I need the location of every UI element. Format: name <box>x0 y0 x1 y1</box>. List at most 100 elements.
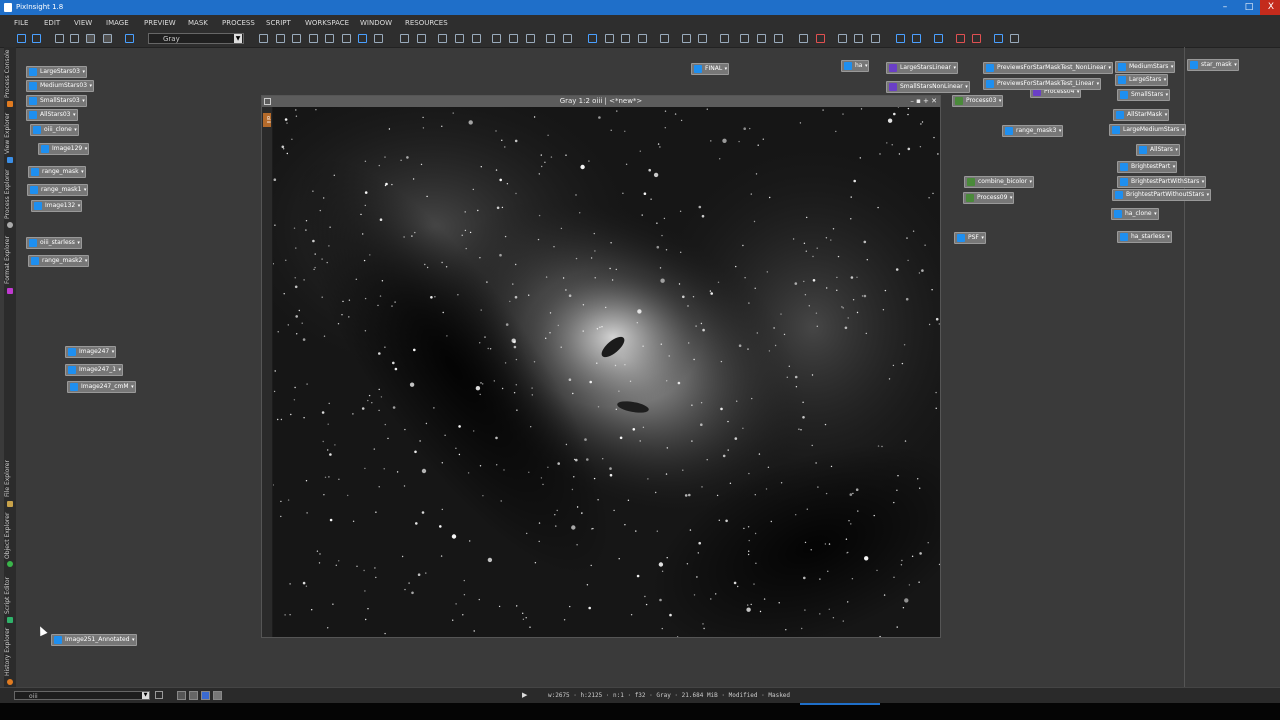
screen-icon[interactable] <box>896 34 905 43</box>
window-max-icon[interactable] <box>526 34 535 43</box>
tab-process-explorer[interactable]: Process Explorer <box>4 167 16 221</box>
maximize-button[interactable]: □ <box>1238 0 1260 15</box>
screen-2-icon[interactable] <box>912 34 921 43</box>
image-icon-oiii-starless[interactable]: oiii_starless ▾ <box>26 237 82 249</box>
stf-icon[interactable] <box>660 34 669 43</box>
process-icon-process03[interactable]: Process03 ▾ <box>952 95 1004 107</box>
tab-process-console[interactable]: Process Console <box>4 49 16 99</box>
image-window[interactable]: Gray 1:2 oiii | <*new*> – ▪ + ✕ oiii <box>261 95 941 638</box>
save-as-icon[interactable] <box>103 34 112 43</box>
close-button[interactable]: X <box>1260 0 1280 15</box>
tab-object-explorer[interactable]: Object Explorer <box>4 511 16 561</box>
alpha-icon[interactable] <box>774 34 783 43</box>
image-icon-brightestpart[interactable]: BrightestPart ▾ <box>1117 161 1178 173</box>
menu-workspace[interactable]: WORKSPACE <box>305 19 349 27</box>
mask-enable-icon[interactable] <box>588 34 597 43</box>
preview-edit-icon[interactable] <box>563 34 572 43</box>
channel-b-icon[interactable] <box>720 34 729 43</box>
process-icon-combine-bicolor[interactable]: combine_bicolor ▾ <box>964 176 1035 188</box>
image-window-titlebar[interactable]: Gray 1:2 oiii | <*new*> – ▪ + ✕ <box>262 96 940 107</box>
zoom-3-icon[interactable] <box>472 34 481 43</box>
image-icon-image129[interactable]: Image129 ▾ <box>38 143 90 155</box>
save-icon[interactable] <box>86 34 95 43</box>
image-icon-ha-starless[interactable]: ha_starless ▾ <box>1117 231 1172 243</box>
image-icon-brightestpartwithoutstars[interactable]: BrightestPartWithoutStars ▾ <box>1112 189 1212 201</box>
open-icon[interactable] <box>70 34 79 43</box>
center-icon[interactable] <box>325 34 334 43</box>
tab-file-explorer[interactable]: File Explorer <box>4 457 16 501</box>
workspace-3-icon[interactable] <box>972 34 981 43</box>
image-icon-brightestpartwithstars[interactable]: BrightestPartWithStars ▾ <box>1117 176 1207 188</box>
image-icon-oiii-clone[interactable]: oiii_clone ▾ <box>30 124 79 136</box>
image-icon-allstars03[interactable]: AllStars03 ▾ <box>26 109 78 121</box>
image-icon-mediumstars[interactable]: MediumStars ▾ <box>1115 61 1176 73</box>
image-icon-psf[interactable]: PSF ▾ <box>954 232 986 244</box>
menu-file[interactable]: FILE <box>14 19 28 27</box>
image-icon-largemediumstars[interactable]: LargeMediumStars ▾ <box>1109 124 1187 136</box>
display-3-icon[interactable] <box>871 34 880 43</box>
menu-resources[interactable]: RESOURCES <box>405 19 448 27</box>
menu-window[interactable]: WINDOW <box>360 19 392 27</box>
tab-script-editor[interactable]: Script Editor <box>4 573 16 617</box>
channel-r-icon[interactable] <box>682 34 691 43</box>
image-icon-mediumstars03[interactable]: MediumStars03 ▾ <box>26 80 95 92</box>
fit-icon[interactable] <box>276 34 285 43</box>
zoom-1-icon[interactable] <box>438 34 447 43</box>
chevron-down-icon[interactable]: ▼ <box>142 692 149 699</box>
zoom-2-icon[interactable] <box>455 34 464 43</box>
image-icon-ha[interactable]: ha ▾ <box>841 60 870 72</box>
image-icon-ha-clone[interactable]: ha_clone ▾ <box>1111 208 1159 220</box>
workspace-icon[interactable] <box>934 34 943 43</box>
image-icon-previews-linear[interactable]: PreviewsForStarMaskTest_Linear ▾ <box>983 78 1102 90</box>
minimize-button[interactable]: – <box>1214 0 1236 15</box>
process-icon-smallstarsnonlinear[interactable]: SmallStarsNonLinear ▾ <box>886 81 970 93</box>
image-icon-image132[interactable]: Image132 ▾ <box>31 200 83 212</box>
workspace-5-icon[interactable] <box>1010 34 1019 43</box>
channel-g-icon[interactable] <box>698 34 707 43</box>
workspace-4-icon[interactable] <box>994 34 1003 43</box>
pan-icon[interactable] <box>259 34 268 43</box>
display-2-icon[interactable] <box>854 34 863 43</box>
menu-preview[interactable]: PREVIEW <box>144 19 176 27</box>
image-icon-smallstars03[interactable]: SmallStars03 ▾ <box>26 95 87 107</box>
zoom-fit-icon[interactable] <box>292 34 301 43</box>
image-icon-previews-nonlinear[interactable]: PreviewsForStarMaskTest_NonLinear ▾ <box>983 62 1114 74</box>
tab-view-explorer[interactable]: View Explorer <box>4 109 16 157</box>
image-icon-final[interactable]: FINAL ▾ <box>691 63 730 75</box>
chevron-down-icon[interactable]: ▼ <box>234 34 242 43</box>
reset-icon[interactable] <box>55 34 64 43</box>
menu-view[interactable]: VIEW <box>74 19 92 27</box>
status-view-selector[interactable]: oiii ▼ <box>14 691 150 700</box>
image-icon-allstars[interactable]: AllStars ▾ <box>1136 144 1180 156</box>
channel-blue-icon[interactable] <box>201 691 210 700</box>
menu-image[interactable]: IMAGE <box>106 19 129 27</box>
rgb-icon[interactable] <box>740 34 749 43</box>
process-icon-process09[interactable]: Process09 ▾ <box>963 192 1015 204</box>
view-toggle-icon[interactable] <box>155 691 163 699</box>
stf-auto-icon[interactable] <box>799 34 808 43</box>
window-cascade-icon[interactable] <box>509 34 518 43</box>
window-tile-icon[interactable] <box>492 34 501 43</box>
zoom-in-icon[interactable] <box>400 34 409 43</box>
image-icon-image247-1[interactable]: Image247_1 ▾ <box>65 364 124 376</box>
menu-script[interactable]: SCRIPT <box>266 19 291 27</box>
tab-format-explorer[interactable]: Format Explorer <box>4 233 16 287</box>
view-id-tab[interactable]: oiii <box>263 113 271 127</box>
image-icon-range-mask[interactable]: range_mask ▾ <box>28 166 86 178</box>
image-icon-image247-cmm[interactable]: Image247_cmM ▾ <box>67 381 136 393</box>
process-icon-largestarslinear[interactable]: LargeStarsLinear ▾ <box>886 62 958 74</box>
channel-gray-2-icon[interactable] <box>189 691 198 700</box>
view-selector[interactable]: Gray ▼ <box>148 33 244 44</box>
menu-edit[interactable]: EDIT <box>44 19 60 27</box>
channel-lum-icon[interactable] <box>213 691 222 700</box>
preview-new-icon[interactable] <box>546 34 555 43</box>
new-image-icon[interactable] <box>125 34 134 43</box>
mask-remove-icon[interactable] <box>638 34 647 43</box>
image-icon-largestars[interactable]: LargeStars ▾ <box>1115 74 1169 86</box>
pointer-icon[interactable] <box>374 34 383 43</box>
image-icon-range-mask3[interactable]: range_mask3 ▾ <box>1002 125 1064 137</box>
zoom-out-icon[interactable] <box>417 34 426 43</box>
image-icon-largestars03[interactable]: LargeStars03 ▾ <box>26 66 87 78</box>
image-canvas[interactable] <box>273 107 940 637</box>
image-icon-star-mask[interactable]: star_mask ▾ <box>1187 59 1239 71</box>
